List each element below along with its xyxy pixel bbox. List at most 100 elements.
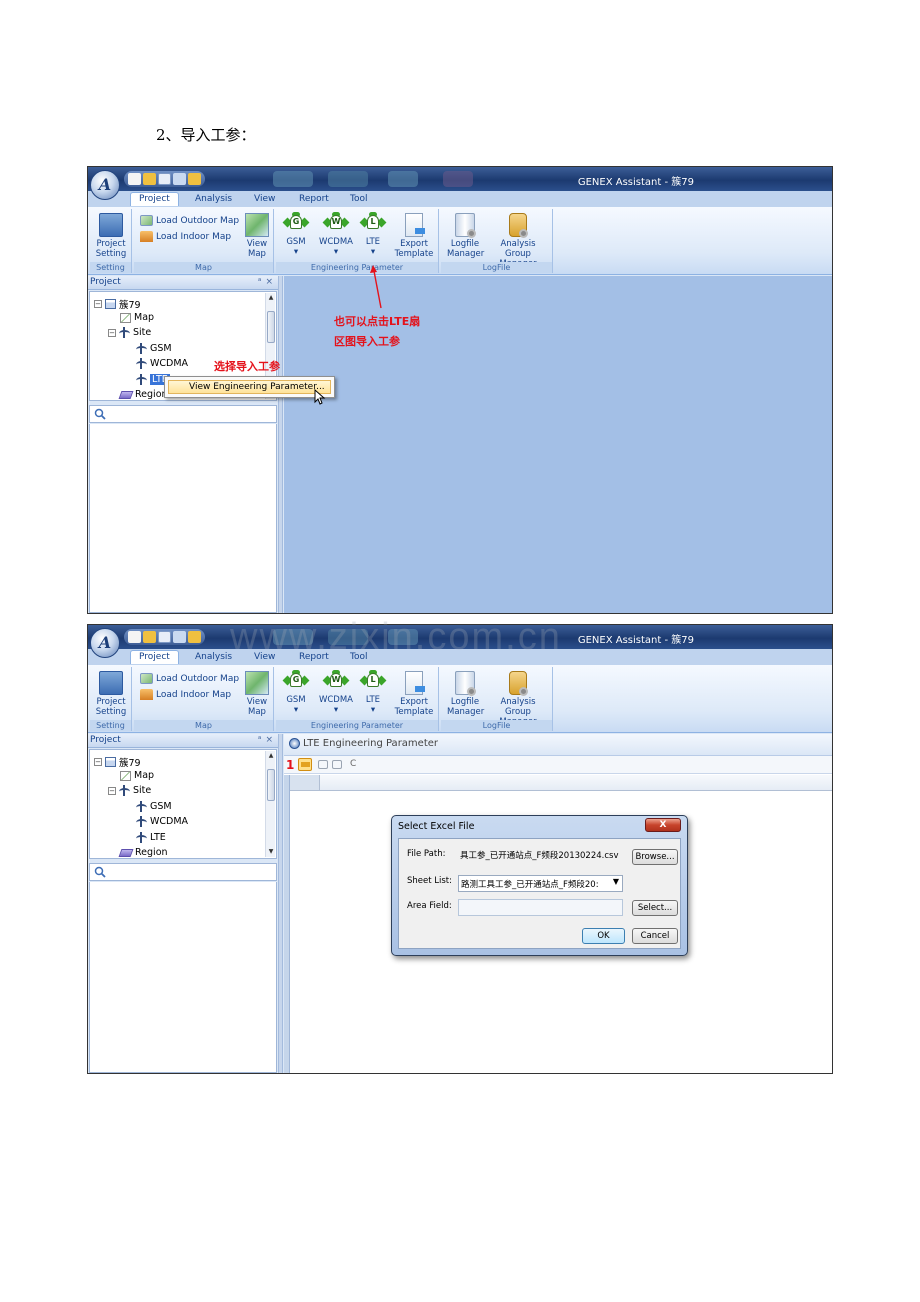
new-icon[interactable]	[128, 631, 141, 643]
grid-corner[interactable]	[290, 775, 320, 790]
load-outdoor-map-button[interactable]: Load Outdoor Map	[140, 215, 239, 226]
tab-project[interactable]: Project	[130, 192, 179, 206]
open-icon[interactable]	[143, 173, 156, 185]
area-field-input[interactable]	[458, 899, 623, 916]
panel-splitter[interactable]	[278, 276, 283, 613]
tree-item-map[interactable]: Map	[120, 770, 154, 781]
browse-button[interactable]: Browse...	[632, 849, 678, 865]
document-tab[interactable]: LTE Engineering Parameter	[284, 734, 832, 756]
tree-item-cluster[interactable]: − 簇79	[94, 297, 141, 311]
load-outdoor-map-label: Load Outdoor Map	[156, 215, 240, 226]
save-icon[interactable]	[158, 631, 171, 643]
ribbon-tabs: Project Analysis View Report Tool	[88, 191, 832, 207]
group-label-setting: Setting	[90, 262, 131, 273]
lte-antenna-icon: L	[359, 212, 387, 235]
panel-splitter[interactable]	[278, 734, 283, 1073]
tab-report[interactable]: Report	[299, 193, 329, 207]
tree-scrollbar[interactable]: ▲ ▼	[265, 751, 275, 857]
tree-item-wcdma[interactable]: WCDMA	[136, 358, 188, 369]
annotation-select-import: 选择导入工参	[214, 360, 280, 373]
lte-button[interactable]: L LTE ▾	[359, 670, 387, 715]
toolbar-c-button[interactable]: C	[350, 759, 356, 769]
tree-item-region[interactable]: Region	[118, 389, 168, 400]
load-indoor-map-button[interactable]: Load Indoor Map	[140, 689, 231, 700]
tree-item-site[interactable]: − Site	[108, 785, 151, 796]
logfile-manager-button[interactable]: Logfile Manager	[447, 213, 485, 259]
gsm-button[interactable]: G GSM ▾	[282, 212, 310, 257]
wcdma-button[interactable]: W WCDMA ▾	[316, 670, 356, 715]
pin-close-icons[interactable]: ᵃ×	[258, 276, 277, 289]
properties-icon[interactable]	[173, 173, 186, 185]
export-label: Template	[394, 707, 434, 717]
open-icon[interactable]	[143, 631, 156, 643]
add-column-icon[interactable]	[318, 760, 328, 769]
project-setting-label: Project	[96, 697, 126, 707]
grid-column-header	[290, 775, 832, 791]
view-engineering-parameter-menu-item[interactable]: View Engineering Parameter...	[168, 380, 331, 394]
sheet-list-select[interactable]: 路测工具工参_已开通站点_F频段20: ▼	[458, 875, 623, 892]
tree-item-wcdma[interactable]: WCDMA	[136, 816, 188, 827]
logfile-manager-button[interactable]: Logfile Manager	[447, 671, 484, 717]
dropdown-arrow-icon: ▼	[612, 877, 619, 886]
cancel-button[interactable]: Cancel	[632, 928, 678, 944]
tree-search-bar	[89, 405, 277, 423]
view-map-label: View	[246, 697, 268, 707]
folder-icon[interactable]	[188, 631, 201, 643]
load-indoor-map-button[interactable]: Load Indoor Map	[140, 231, 231, 242]
tree-item-lte[interactable]: LTE	[136, 832, 166, 843]
pin-close-icons[interactable]: ᵃ×	[258, 734, 277, 747]
blurred-region	[273, 171, 313, 187]
gsm-label: GSM	[286, 237, 306, 247]
file-path-field[interactable]: 具工参_已开通站点_F频段20130224.csv	[458, 847, 628, 864]
view-map-button[interactable]: View Map	[242, 213, 272, 259]
grid-row-header	[284, 775, 290, 1073]
tab-tool[interactable]: Tool	[350, 193, 367, 207]
delete-column-icon[interactable]	[332, 760, 342, 769]
group-logfile: Logfile Manager Analysis Group Manager L…	[441, 667, 553, 731]
tree-item-region[interactable]: Region	[118, 847, 168, 858]
tree-item-site[interactable]: − Site	[108, 327, 151, 338]
export-template-button[interactable]: Export Template	[392, 213, 436, 259]
project-setting-button[interactable]: Project Setting	[94, 213, 128, 259]
analysis-group-manager-button[interactable]: Analysis Group Manager	[487, 671, 549, 727]
site-icon	[136, 343, 147, 354]
folder-icon[interactable]	[188, 173, 201, 185]
group-label-logfile: LogFile	[441, 262, 552, 273]
lte-button[interactable]: L LTE ▾	[359, 212, 387, 257]
export-template-button[interactable]: Export Template	[392, 671, 436, 717]
load-outdoor-map-button[interactable]: Load Outdoor Map	[140, 673, 239, 684]
wcdma-button[interactable]: W WCDMA ▾	[316, 212, 356, 257]
select-button[interactable]: Select...	[632, 900, 678, 916]
gsm-antenna-icon: G	[282, 670, 310, 693]
gsm-button[interactable]: G GSM ▾	[282, 670, 310, 715]
blurred-region	[443, 171, 473, 187]
dialog-body: File Path: 具工参_已开通站点_F频段20130224.csv Bro…	[398, 838, 681, 949]
new-icon[interactable]	[128, 173, 141, 185]
tab-analysis[interactable]: Analysis	[195, 651, 232, 665]
search-input[interactable]	[112, 407, 275, 421]
project-setting-icon	[99, 671, 123, 695]
database-icon	[509, 213, 528, 238]
tab-view[interactable]: View	[254, 193, 275, 207]
logfile-label: Manager	[447, 249, 485, 259]
ok-button[interactable]: OK	[582, 928, 625, 944]
analysis-group-manager-button[interactable]: Analysis Group Manager	[487, 213, 549, 269]
tree-item-gsm[interactable]: GSM	[136, 801, 172, 812]
group-logfile: Logfile Manager Analysis Group Manager L…	[441, 209, 553, 273]
tree-item-map[interactable]: Map	[120, 312, 154, 323]
quick-access-toolbar	[124, 171, 205, 187]
properties-icon[interactable]	[173, 631, 186, 643]
close-icon[interactable]: X	[645, 818, 681, 832]
tab-project[interactable]: Project	[130, 650, 179, 664]
save-icon[interactable]	[158, 173, 171, 185]
search-input[interactable]	[112, 865, 275, 879]
view-map-button[interactable]: View Map	[242, 671, 272, 717]
tree-item-cluster[interactable]: − 簇79	[94, 755, 141, 769]
tree-item-gsm[interactable]: GSM	[136, 343, 172, 354]
mouse-cursor-icon	[314, 389, 326, 405]
tab-analysis[interactable]: Analysis	[195, 193, 232, 207]
open-folder-icon[interactable]	[298, 758, 312, 771]
application-orb[interactable]: A	[90, 628, 120, 658]
application-orb[interactable]: A	[90, 170, 120, 200]
project-setting-button[interactable]: Project Setting	[94, 671, 128, 717]
